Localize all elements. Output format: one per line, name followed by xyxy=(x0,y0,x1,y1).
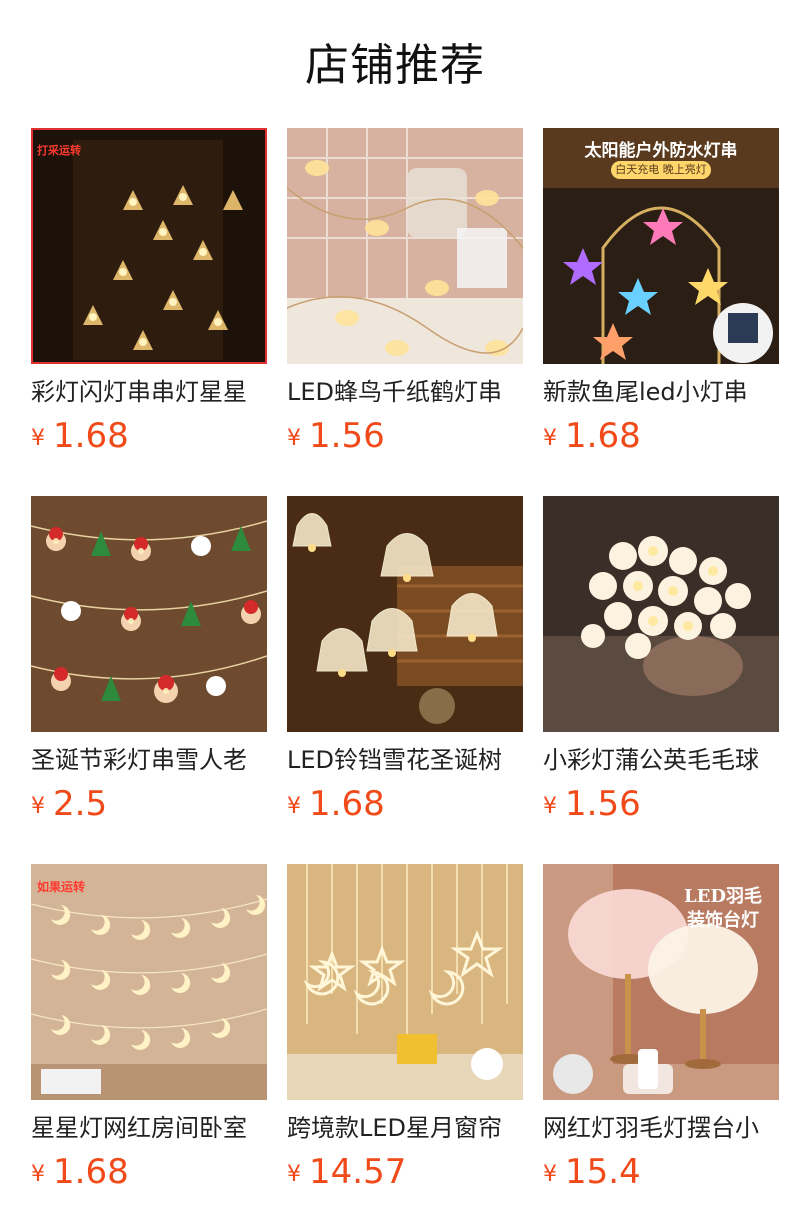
product-price: ¥2.5 xyxy=(31,784,107,828)
price-value: 15.4 xyxy=(565,1152,641,1192)
product-price: ¥1.56 xyxy=(543,784,641,828)
currency-symbol: ¥ xyxy=(287,1162,301,1187)
product-image[interactable]: LED羽毛 装饰台灯 xyxy=(543,864,779,1100)
price-value: 1.68 xyxy=(309,784,385,824)
product-image[interactable] xyxy=(287,128,523,364)
product-price: ¥1.68 xyxy=(31,1152,129,1196)
product-card[interactable]: LED羽毛 装饰台灯 网红灯羽毛灯摆台小 ¥15.4 xyxy=(543,864,779,1204)
product-card[interactable]: LED蜂鸟千纸鹤灯串 ¥1.56 xyxy=(287,128,523,468)
product-price: ¥14.57 xyxy=(287,1152,406,1196)
shop-watermark: 打采运转 xyxy=(37,144,81,157)
shop-watermark: 如果运转 xyxy=(37,880,86,894)
currency-symbol: ¥ xyxy=(31,426,45,451)
currency-symbol: ¥ xyxy=(287,426,301,451)
product-name[interactable]: LED铃铛雪花圣诞树 xyxy=(287,744,523,776)
product-price: ¥1.56 xyxy=(287,416,385,460)
currency-symbol: ¥ xyxy=(31,1162,45,1187)
product-name[interactable]: 圣诞节彩灯串雪人老 xyxy=(31,744,267,776)
product-name[interactable]: LED蜂鸟千纸鹤灯串 xyxy=(287,376,523,408)
price-value: 1.56 xyxy=(565,784,641,824)
currency-symbol: ¥ xyxy=(543,1162,557,1187)
product-name[interactable]: 跨境款LED星月窗帘 xyxy=(287,1112,523,1144)
price-value: 2.5 xyxy=(53,784,108,824)
product-card[interactable]: 如果运转 星星灯网红房间卧室 ¥1.68 xyxy=(31,864,267,1204)
product-price: ¥1.68 xyxy=(31,416,129,460)
product-card[interactable]: 圣诞节彩灯串雪人老 ¥2.5 xyxy=(31,496,267,836)
product-image[interactable] xyxy=(543,496,779,732)
currency-symbol: ¥ xyxy=(287,794,301,819)
price-value: 1.68 xyxy=(565,416,641,456)
product-name[interactable]: 新款鱼尾led小灯串 xyxy=(543,376,779,408)
product-name[interactable]: 星星灯网红房间卧室 xyxy=(31,1112,267,1144)
product-image[interactable] xyxy=(31,496,267,732)
product-name[interactable]: 小彩灯蒲公英毛毛球 xyxy=(543,744,779,776)
product-card[interactable]: 小彩灯蒲公英毛毛球 ¥1.56 xyxy=(543,496,779,836)
page-title: 店铺推荐 xyxy=(305,40,485,91)
product-price: ¥1.68 xyxy=(287,784,385,828)
price-value: 1.68 xyxy=(53,1152,129,1192)
product-price: ¥15.4 xyxy=(543,1152,641,1196)
price-value: 1.56 xyxy=(309,416,385,456)
currency-symbol: ¥ xyxy=(31,794,45,819)
product-card[interactable]: 打采运转 彩灯闪灯串串灯星星 ¥1.68 xyxy=(31,128,267,468)
product-image[interactable] xyxy=(287,496,523,732)
product-image[interactable]: 太阳能户外防水灯串 白天充电 晚上亮灯 xyxy=(543,128,779,364)
product-image[interactable]: 如果运转 xyxy=(31,864,267,1100)
currency-symbol: ¥ xyxy=(543,426,557,451)
product-name[interactable]: 网红灯羽毛灯摆台小 xyxy=(543,1112,779,1144)
product-banner-title: 太阳能户外防水灯串 xyxy=(584,141,738,161)
product-name[interactable]: 彩灯闪灯串串灯星星 xyxy=(31,376,267,408)
currency-symbol: ¥ xyxy=(543,794,557,819)
price-value: 1.68 xyxy=(53,416,129,456)
price-value: 14.57 xyxy=(309,1152,407,1192)
product-card[interactable]: LED铃铛雪花圣诞树 ¥1.68 xyxy=(287,496,523,836)
product-price: ¥1.68 xyxy=(543,416,641,460)
product-card[interactable]: 跨境款LED星月窗帘 ¥14.57 xyxy=(287,864,523,1204)
product-banner-subtitle: 白天充电 晚上亮灯 xyxy=(611,161,711,179)
product-banner-title: LED羽毛 xyxy=(684,886,762,907)
product-banner-subtitle: 装饰台灯 xyxy=(687,910,759,931)
product-image[interactable] xyxy=(287,864,523,1100)
product-card[interactable]: 太阳能户外防水灯串 白天充电 晚上亮灯 新款鱼尾led小灯串 ¥1.68 xyxy=(543,128,779,468)
product-image[interactable]: 打采运转 xyxy=(31,128,267,364)
